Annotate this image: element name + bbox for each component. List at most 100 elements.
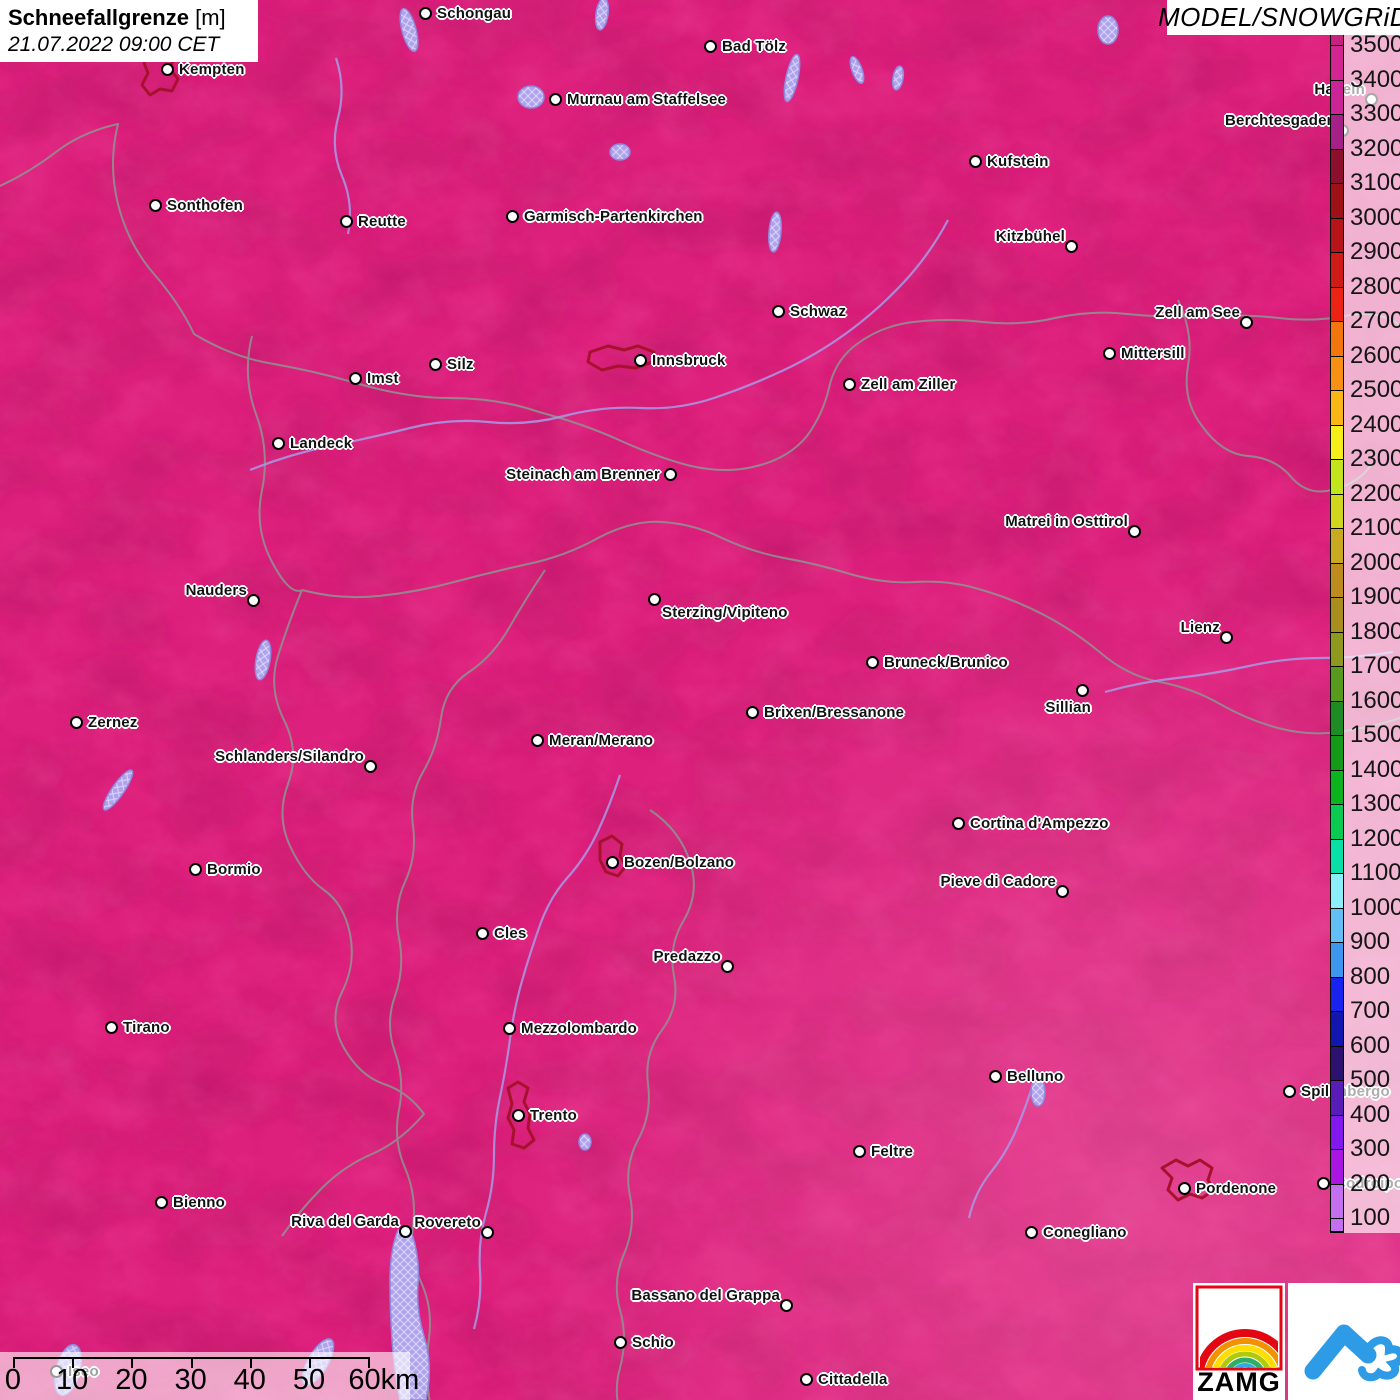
city-dot	[1283, 1085, 1296, 1098]
city-label: Belluno	[1007, 1068, 1064, 1085]
city-label: Garmisch-Partenkirchen	[524, 208, 703, 225]
colorbar-segment	[1331, 184, 1343, 219]
city-label: Bassano del Grappa	[631, 1287, 780, 1304]
city-dot	[549, 93, 562, 106]
colorbar-segment	[1331, 1081, 1343, 1116]
city-dot	[989, 1070, 1002, 1083]
city-dot	[606, 856, 619, 869]
city-label: Riva del Garda	[291, 1213, 399, 1230]
city-label: Feltre	[871, 1143, 914, 1160]
city-dot	[704, 40, 717, 53]
city-dot	[1103, 347, 1116, 360]
city-dot	[531, 734, 544, 747]
city-label: Berchtesgaden	[1225, 112, 1336, 129]
scalebar-tick-label: 0	[4, 1364, 22, 1396]
colorbar-tick-label: 2100	[1350, 514, 1400, 541]
city-label: Bormio	[207, 861, 261, 878]
colorbar-segment	[1331, 563, 1343, 598]
colorbar-tick-label: 800	[1350, 962, 1391, 990]
scalebar-tick-label: 60km	[348, 1364, 420, 1396]
colorbar-tick-label: 400	[1350, 1100, 1391, 1128]
zamg-rainbow-icon	[1195, 1285, 1283, 1371]
colorbar-tick-label: 2200	[1350, 479, 1400, 507]
city-label: Rovereto	[414, 1214, 481, 1231]
city-dot	[1056, 885, 1069, 898]
colorbar-tick-label: 100	[1350, 1204, 1391, 1231]
city-dot	[1025, 1226, 1038, 1239]
city-dot	[349, 372, 362, 385]
city-dot	[506, 210, 519, 223]
city-dot	[634, 354, 647, 367]
colorbar-tick-label: 2000	[1350, 548, 1400, 576]
zamg-logo: ZAMG	[1193, 1283, 1285, 1400]
colorbar-segment	[1331, 391, 1343, 426]
colorbar-segment	[1331, 1184, 1343, 1219]
colorbar-tick-label: 3000	[1350, 203, 1400, 231]
city-label: Pordenone	[1196, 1180, 1277, 1197]
city-label: Meran/Merano	[549, 732, 654, 749]
city-label: Steinach am Brenner	[506, 466, 660, 483]
city-label: Kufstein	[987, 153, 1049, 170]
colorbar-tick-label: 2500	[1350, 376, 1400, 403]
city-dot	[419, 7, 432, 20]
city-dot	[614, 1336, 627, 1349]
colorbar-segment	[1331, 460, 1343, 495]
colorbar-segment	[1331, 356, 1343, 391]
city-dot	[746, 706, 759, 719]
city-dot	[1065, 240, 1078, 253]
model-label: MODEL/SNOWGRiD	[1157, 2, 1400, 32]
city-label: Sonthofen	[167, 197, 243, 214]
map-stage: Schongau Bad Tölz Kempten Murnau am Staffel…	[0, 0, 1400, 1400]
city-dot	[866, 656, 879, 669]
city-dot	[476, 927, 489, 940]
city-label: Schongau	[437, 5, 512, 22]
colorbar-segment	[1331, 977, 1343, 1012]
city-label: Mezzolombardo	[521, 1020, 637, 1037]
colorbar-tick-label: 3100	[1350, 169, 1400, 196]
colorbar-tick-label: 1300	[1350, 790, 1400, 817]
colorbar-segment	[1331, 253, 1343, 288]
city-label: Kempten	[179, 61, 245, 78]
colorbar-tick-label: 2300	[1350, 445, 1400, 472]
colorbar-tick-label: 200	[1350, 1169, 1391, 1197]
colorbar-segment	[1331, 1115, 1343, 1150]
colorbar-segment	[1331, 322, 1343, 357]
colorbar-tick-label: 1100	[1350, 859, 1400, 886]
partner-logo	[1288, 1283, 1400, 1400]
colorbar-tick-label: 600	[1350, 1031, 1391, 1059]
city-dot	[161, 63, 174, 76]
city-dot	[952, 817, 965, 830]
city-dot	[340, 215, 353, 228]
colorbar-strip	[1330, 10, 1344, 1233]
colorbar-tick-label: 3300	[1350, 100, 1400, 127]
city-label: Cittadella	[818, 1371, 888, 1388]
colorbar-tick-label: 2700	[1350, 307, 1400, 334]
scalebar-tick-label: 40	[233, 1364, 266, 1396]
colorbar-tick-label: 1000	[1350, 893, 1400, 921]
colorbar-tick-label: 2600	[1350, 341, 1400, 369]
city-dot	[149, 199, 162, 212]
city-label: Nauders	[185, 582, 247, 599]
colorbar-tick-label: 700	[1350, 997, 1391, 1024]
city-dot	[800, 1373, 813, 1386]
city-dot	[1076, 684, 1089, 697]
city-label: Bienno	[173, 1194, 226, 1211]
colorbar-segment	[1331, 1150, 1343, 1185]
city-label: Reutte	[358, 213, 406, 230]
city-label: Matrei in Osttirol	[1005, 513, 1128, 530]
colorbar-segment	[1331, 701, 1343, 736]
city-label: Schlanders/Silandro	[215, 748, 364, 765]
colorbar-segment	[1331, 839, 1343, 874]
city-dot	[664, 468, 677, 481]
city-dot	[247, 594, 260, 607]
city-label: Lienz	[1180, 619, 1220, 636]
colorbar-segment	[1331, 598, 1343, 633]
city-dot	[155, 1196, 168, 1209]
city-dot	[853, 1145, 866, 1158]
city-dot	[429, 358, 442, 371]
colorbar-segment	[1331, 287, 1343, 322]
colorbar-tick-label: 2800	[1350, 272, 1400, 300]
city-dot	[503, 1022, 516, 1035]
city-dot	[721, 960, 734, 973]
city-dot	[1128, 525, 1141, 538]
